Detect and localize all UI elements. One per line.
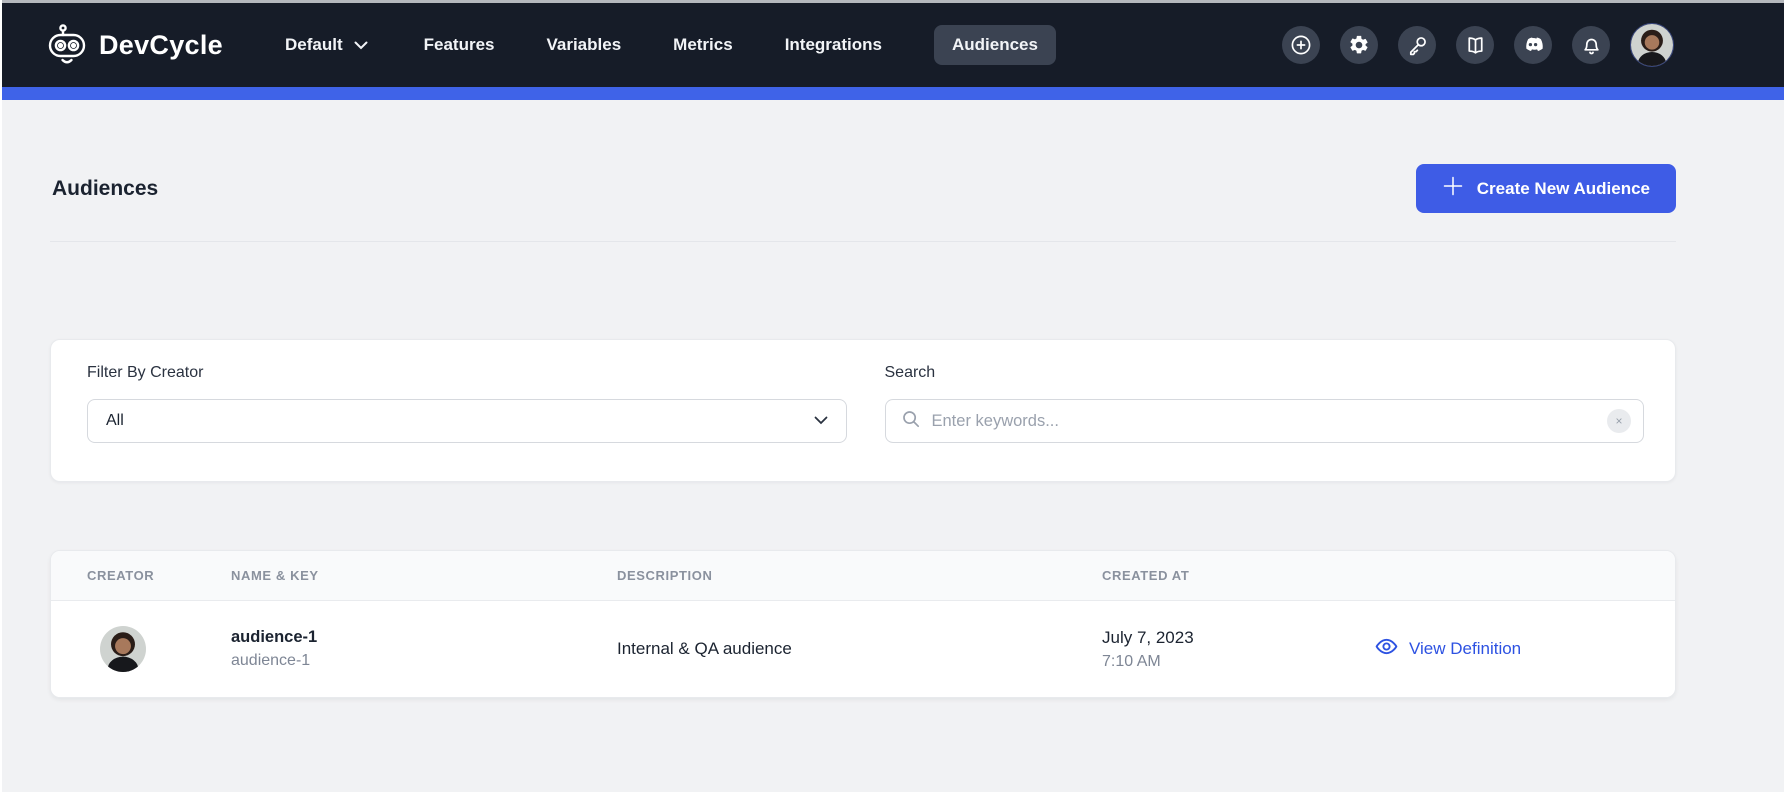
bell-icon [1580,34,1603,57]
audience-name: audience-1 [231,628,617,647]
created-at-cell: July 7, 2023 7:10 AM [1102,628,1374,671]
search-icon [901,409,921,434]
discord-icon [1521,33,1545,57]
devcycle-logo[interactable]: DevCycle [46,23,223,67]
window-top-edge [0,0,1784,3]
column-header-description: DESCRIPTION [617,568,1102,583]
project-selector-label: Default [285,35,343,55]
close-icon: × [1615,415,1622,427]
creator-filter-value: All [106,412,124,430]
creator-cell [87,626,231,672]
table-header-row: CREATOR NAME & KEY DESCRIPTION CREATED A… [51,551,1675,601]
view-definition-label: View Definition [1409,639,1521,659]
logo-wordmark: DevCycle [99,30,223,61]
eye-icon [1374,634,1399,664]
column-header-name-key: NAME & KEY [231,568,617,583]
nav-item-metrics[interactable]: Metrics [673,25,733,65]
gear-icon [1348,34,1370,56]
main-content: Audiences Create New Audience Filter By … [0,100,1784,792]
actions-cell: View Definition [1374,634,1675,664]
create-new-audience-button[interactable]: Create New Audience [1416,164,1676,213]
api-keys-button[interactable] [1398,26,1436,64]
clear-search-button[interactable]: × [1607,409,1631,433]
user-avatar[interactable] [1630,23,1674,67]
create-button-label: Create New Audience [1477,179,1650,199]
creator-filter-group: Filter By Creator All [87,364,847,481]
docs-button[interactable] [1456,26,1494,64]
creator-avatar [100,626,146,672]
creator-filter-label: Filter By Creator [87,364,847,382]
key-icon [1406,34,1429,57]
chevron-down-icon [354,35,368,55]
view-definition-link[interactable]: View Definition [1374,634,1521,664]
search-input[interactable] [932,412,1597,431]
page-title: Audiences [50,177,158,201]
top-navbar: DevCycle Default Features Variables Metr… [2,3,1784,87]
table-row[interactable]: audience-1 audience-1 Internal & QA audi… [51,601,1675,697]
page-header: Audiences Create New Audience [50,100,1676,213]
navbar-actions [1282,23,1784,67]
search-filter-group: Search × [885,364,1645,481]
avatar-photo [100,626,146,672]
discord-button[interactable] [1514,26,1552,64]
book-icon [1464,34,1487,57]
header-divider [50,241,1676,242]
notifications-button[interactable] [1572,26,1610,64]
audience-description: Internal & QA audience [617,639,1102,659]
filters-panel: Filter By Creator All Search [50,339,1676,482]
audiences-table: CREATOR NAME & KEY DESCRIPTION CREATED A… [50,550,1676,698]
search-label: Search [885,364,1645,382]
plus-icon [1442,175,1464,202]
creator-filter-select[interactable]: All [87,399,847,443]
nav-item-audiences[interactable]: Audiences [934,25,1056,65]
project-selector-dropdown[interactable]: Default [285,35,368,55]
column-header-creator: CREATOR [87,568,231,583]
settings-button[interactable] [1340,26,1378,64]
search-box: × [885,399,1645,443]
chevron-down-icon [814,412,828,430]
avatar-photo [1631,24,1673,66]
nav-item-features[interactable]: Features [424,25,495,65]
add-circle-button[interactable] [1282,26,1320,64]
window-left-edge [0,0,2,792]
plus-circle-icon [1289,33,1313,57]
created-time: 7:10 AM [1102,653,1374,671]
nav-item-variables[interactable]: Variables [546,25,621,65]
name-key-cell: audience-1 audience-1 [231,628,617,670]
page-progress-bar [0,87,1784,100]
column-header-created-at: CREATED AT [1102,568,1374,583]
primary-nav: Features Variables Metrics Integrations … [424,25,1056,65]
audience-key: audience-1 [231,652,617,670]
devcycle-robot-icon [46,23,88,67]
nav-item-integrations[interactable]: Integrations [785,25,882,65]
created-date: July 7, 2023 [1102,628,1374,648]
